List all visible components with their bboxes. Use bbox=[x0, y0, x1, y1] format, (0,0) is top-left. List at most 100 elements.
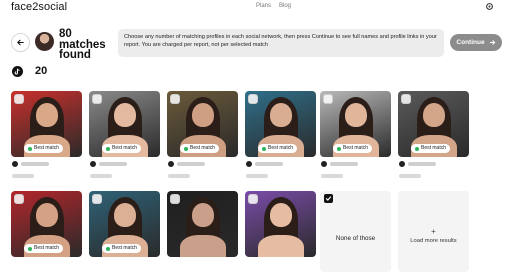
check-icon bbox=[325, 196, 332, 201]
best-match-label: Best match bbox=[421, 145, 447, 151]
match-photo[interactable] bbox=[167, 191, 238, 257]
blurred-username bbox=[99, 162, 127, 166]
select-checkbox[interactable] bbox=[323, 94, 333, 104]
match-meta bbox=[245, 157, 316, 178]
blurred-username bbox=[177, 162, 205, 166]
brand-logo[interactable]: face2social bbox=[11, 1, 67, 13]
best-match-badge: Best match bbox=[180, 144, 220, 153]
match-meta bbox=[398, 157, 469, 178]
load-more-card[interactable]: + Load more results bbox=[398, 191, 469, 272]
status-dot bbox=[415, 146, 419, 151]
match-meta bbox=[89, 157, 160, 178]
person-face bbox=[192, 103, 214, 127]
tiktok-icon bbox=[90, 161, 96, 167]
tiktok-icon bbox=[12, 66, 23, 77]
nav-link-plans[interactable]: Plans bbox=[256, 3, 271, 9]
person-face bbox=[36, 203, 58, 227]
instructions-notice: Choose any number of matching profiles i… bbox=[118, 29, 444, 57]
plus-icon: + bbox=[431, 227, 436, 236]
select-checkbox[interactable] bbox=[14, 194, 24, 204]
status-dot bbox=[184, 146, 188, 151]
match-card[interactable]: Best match bbox=[245, 91, 316, 178]
person-face bbox=[423, 103, 445, 127]
match-card[interactable]: Best match bbox=[89, 91, 160, 178]
none-of-those-label: None of those bbox=[335, 235, 376, 242]
match-photo[interactable]: Best match bbox=[245, 91, 316, 157]
status-dot bbox=[28, 146, 32, 151]
select-checkbox[interactable] bbox=[401, 94, 411, 104]
match-photo[interactable]: Best match bbox=[11, 191, 82, 257]
select-checkbox[interactable] bbox=[92, 94, 102, 104]
match-meta bbox=[11, 157, 82, 178]
match-card[interactable]: Best match bbox=[320, 91, 391, 178]
person-face bbox=[36, 103, 58, 127]
best-match-label: Best match bbox=[112, 245, 138, 251]
back-button[interactable] bbox=[11, 33, 30, 52]
match-meta bbox=[320, 157, 391, 178]
best-match-badge: Best match bbox=[258, 144, 298, 153]
person-face bbox=[114, 203, 136, 227]
match-photo[interactable]: Best match bbox=[398, 91, 469, 157]
person-face bbox=[114, 103, 136, 127]
match-photo[interactable] bbox=[245, 191, 316, 257]
continue-label: Continue bbox=[456, 39, 485, 46]
best-match-badge: Best match bbox=[102, 144, 142, 153]
checkbox-checked[interactable] bbox=[324, 194, 333, 203]
blurred-fullname bbox=[168, 174, 190, 178]
select-checkbox[interactable] bbox=[170, 94, 180, 104]
best-match-label: Best match bbox=[190, 145, 216, 151]
person-face bbox=[192, 203, 214, 227]
best-match-label: Best match bbox=[343, 145, 369, 151]
gear-icon[interactable] bbox=[485, 2, 494, 11]
blurred-username bbox=[330, 162, 358, 166]
select-checkbox[interactable] bbox=[170, 194, 180, 204]
match-photo[interactable]: Best match bbox=[320, 91, 391, 157]
select-checkbox[interactable] bbox=[248, 94, 258, 104]
best-match-badge: Best match bbox=[102, 244, 142, 253]
match-photo[interactable]: Best match bbox=[167, 91, 238, 157]
best-match-label: Best match bbox=[112, 145, 138, 151]
arrow-left-icon bbox=[17, 39, 24, 46]
load-more-label: Load more results bbox=[410, 238, 457, 244]
match-card[interactable]: Best match bbox=[167, 91, 238, 178]
blurred-fullname bbox=[399, 174, 421, 178]
none-of-those-card[interactable]: None of those bbox=[320, 191, 391, 272]
blurred-username bbox=[408, 162, 436, 166]
match-card[interactable] bbox=[167, 191, 238, 257]
match-card[interactable]: Best match bbox=[11, 91, 82, 178]
best-match-label: Best match bbox=[268, 145, 294, 151]
blurred-username bbox=[255, 162, 283, 166]
person-face bbox=[345, 103, 367, 127]
blurred-fullname bbox=[90, 174, 112, 178]
best-match-label: Best match bbox=[34, 145, 60, 151]
matches-count: 80 matches found bbox=[59, 29, 106, 61]
tiktok-icon bbox=[399, 161, 405, 167]
person-body bbox=[180, 235, 226, 257]
match-card[interactable]: Best match bbox=[398, 91, 469, 178]
match-card[interactable]: Best match bbox=[11, 191, 82, 257]
continue-button[interactable]: Continue bbox=[450, 34, 502, 51]
best-match-badge: Best match bbox=[24, 144, 64, 153]
select-checkbox[interactable] bbox=[92, 194, 102, 204]
tiktok-icon bbox=[168, 161, 174, 167]
network-match-count: 20 bbox=[35, 65, 48, 77]
nav-link-blog[interactable]: Blog bbox=[279, 3, 291, 9]
select-checkbox[interactable] bbox=[248, 194, 258, 204]
blurred-fullname bbox=[12, 174, 34, 178]
arrow-right-icon bbox=[489, 40, 495, 45]
select-checkbox[interactable] bbox=[14, 94, 24, 104]
person-face bbox=[270, 103, 292, 127]
match-card[interactable] bbox=[245, 191, 316, 257]
match-photo[interactable]: Best match bbox=[11, 91, 82, 157]
found-word: found bbox=[59, 49, 91, 61]
match-photo[interactable]: Best match bbox=[89, 191, 160, 257]
match-card[interactable]: Best match bbox=[89, 191, 160, 257]
status-dot bbox=[106, 246, 110, 251]
tiktok-icon bbox=[246, 161, 252, 167]
status-dot bbox=[262, 146, 266, 151]
status-dot bbox=[28, 246, 32, 251]
top-bar: face2social Plans Blog bbox=[0, 0, 512, 14]
blurred-fullname bbox=[246, 174, 268, 178]
blurred-username bbox=[21, 162, 49, 166]
match-photo[interactable]: Best match bbox=[89, 91, 160, 157]
